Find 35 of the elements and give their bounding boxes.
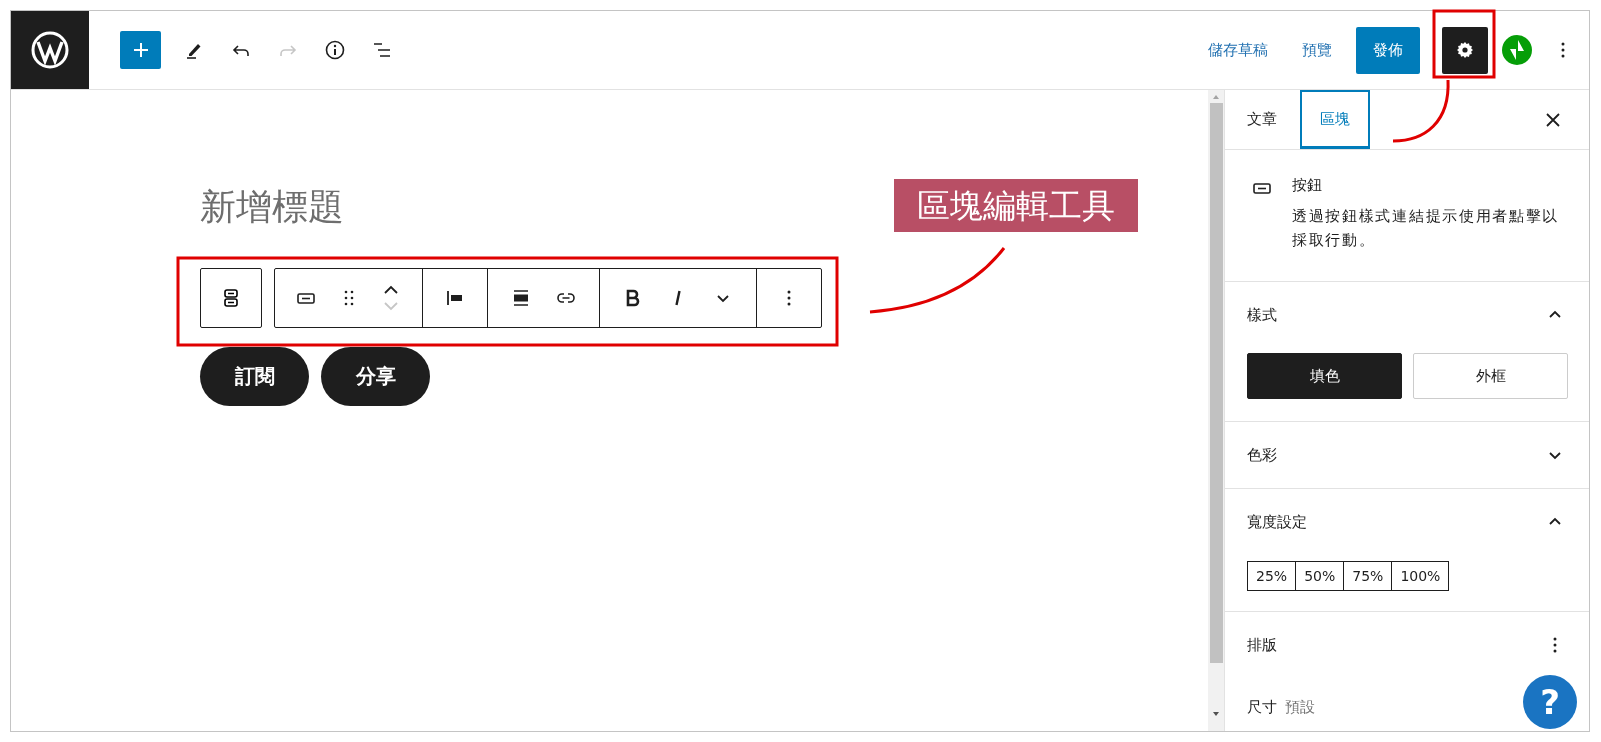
width-option[interactable]: 50% (1295, 561, 1345, 591)
panel-header[interactable]: 樣式 (1247, 282, 1569, 348)
content-button[interactable]: 訂閱 (200, 347, 309, 406)
panel-header[interactable]: 色彩 (1247, 422, 1569, 488)
width-option[interactable]: 75% (1343, 561, 1393, 591)
panel-title: 樣式 (1247, 305, 1277, 325)
add-block-button[interactable] (120, 31, 161, 69)
save-draft-link[interactable]: 儲存草稿 (1208, 40, 1268, 60)
content-button[interactable]: 分享 (321, 347, 430, 406)
panel-header[interactable]: 寬度設定 (1247, 489, 1569, 555)
sidebar-tab[interactable]: 區塊 (1300, 90, 1370, 149)
panel-title: 寬度設定 (1247, 512, 1307, 532)
highlight-frame (1432, 9, 1496, 79)
bolt-icon[interactable] (1502, 35, 1532, 65)
annotation-label: 區塊編輯工具 (894, 179, 1138, 232)
scrollbar[interactable] (1208, 90, 1224, 731)
preview-link[interactable]: 預覽 (1302, 40, 1332, 60)
width-option[interactable]: 100% (1391, 561, 1450, 591)
style-option[interactable]: 外框 (1413, 353, 1568, 399)
settings-button[interactable] (1442, 26, 1488, 74)
select-parent-button[interactable] (200, 268, 262, 328)
setting-label: 尺寸 (1247, 697, 1277, 718)
block-description: 透過按鈕樣式連結提示使用者點擊以採取行動。 (1292, 206, 1561, 251)
style-option[interactable]: 填色 (1247, 353, 1402, 399)
info-icon[interactable] (323, 38, 347, 62)
panel-title: 排版 (1247, 635, 1277, 655)
block-name: 按鈕 (1292, 176, 1323, 195)
callout-line (1392, 80, 1450, 143)
sidebar-tab[interactable]: 文章 (1229, 90, 1295, 149)
panel-header[interactable]: 排版 (1247, 612, 1569, 678)
setting-value: 預設 (1285, 697, 1315, 718)
panel-title: 色彩 (1247, 445, 1277, 465)
width-option[interactable]: 25% (1247, 561, 1297, 591)
publish-button[interactable]: 發佈 (1356, 26, 1420, 74)
title-placeholder[interactable]: 新增標題 (200, 185, 344, 229)
